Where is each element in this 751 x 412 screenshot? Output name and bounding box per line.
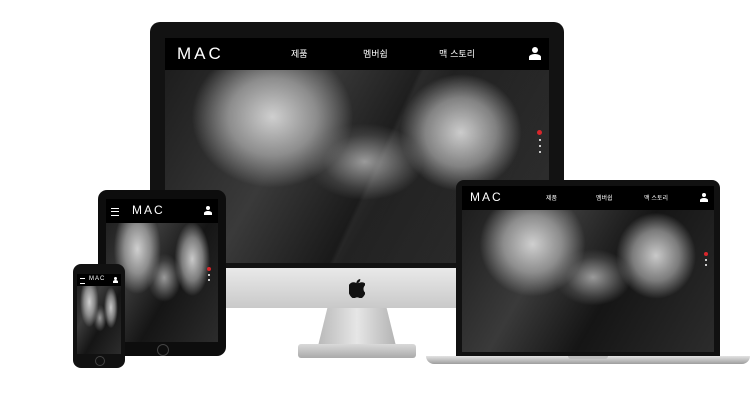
laptop-notch	[568, 356, 608, 359]
apple-logo-icon	[349, 279, 365, 298]
slide-indicator	[207, 267, 211, 281]
slide-indicator	[537, 130, 542, 153]
laptop-screen: MAC 제품 멤버쉽 맥 스토리	[462, 186, 714, 352]
mac-logo[interactable]: MAC	[177, 44, 224, 64]
nav-item-products[interactable]: 제품	[546, 193, 557, 202]
nav-item-membership[interactable]: 멤버쉽	[363, 47, 388, 60]
imac-stand-neck	[318, 308, 396, 346]
hamburger-icon[interactable]	[80, 278, 85, 284]
slide-indicator	[704, 252, 708, 266]
phone-screen: MAC	[77, 274, 121, 354]
mac-logo[interactable]: MAC	[89, 276, 105, 282]
user-icon[interactable]	[700, 193, 708, 202]
slide-dot-active[interactable]	[207, 267, 211, 271]
desktop-nav-bar: MAC 제품 멤버쉽 맥 스토리	[165, 38, 549, 70]
hero-makeup-photo	[77, 274, 121, 354]
slide-dot[interactable]	[705, 259, 707, 261]
hamburger-icon[interactable]	[111, 208, 119, 216]
slide-dot-active[interactable]	[704, 252, 708, 256]
imac-stand-foot	[298, 344, 416, 358]
slide-dot[interactable]	[208, 274, 210, 276]
user-icon[interactable]	[529, 47, 541, 60]
user-icon[interactable]	[204, 206, 212, 215]
laptop-nav-bar: MAC 제품 멤버쉽 맥 스토리	[462, 186, 714, 210]
phone-home-button	[95, 356, 105, 366]
slide-dot[interactable]	[538, 139, 541, 141]
tablet-home-button	[157, 344, 169, 356]
nav-item-products[interactable]: 제품	[291, 47, 308, 60]
phone-nav-bar: MAC	[77, 274, 121, 286]
nav-item-mac-story[interactable]: 맥 스토리	[644, 193, 668, 202]
hero-makeup-photo	[462, 186, 714, 352]
mac-logo[interactable]: MAC	[132, 203, 165, 217]
slide-dot[interactable]	[538, 145, 541, 147]
slide-dot-active[interactable]	[537, 130, 542, 135]
nav-item-membership[interactable]: 멤버쉽	[596, 193, 613, 202]
user-icon[interactable]	[113, 277, 118, 283]
nav-item-mac-story[interactable]: 맥 스토리	[439, 47, 475, 60]
slide-dot[interactable]	[538, 151, 541, 153]
tablet-nav-bar: MAC	[106, 199, 218, 223]
slide-dot[interactable]	[208, 279, 210, 281]
mac-logo[interactable]: MAC	[470, 190, 503, 204]
slide-dot[interactable]	[705, 264, 707, 266]
